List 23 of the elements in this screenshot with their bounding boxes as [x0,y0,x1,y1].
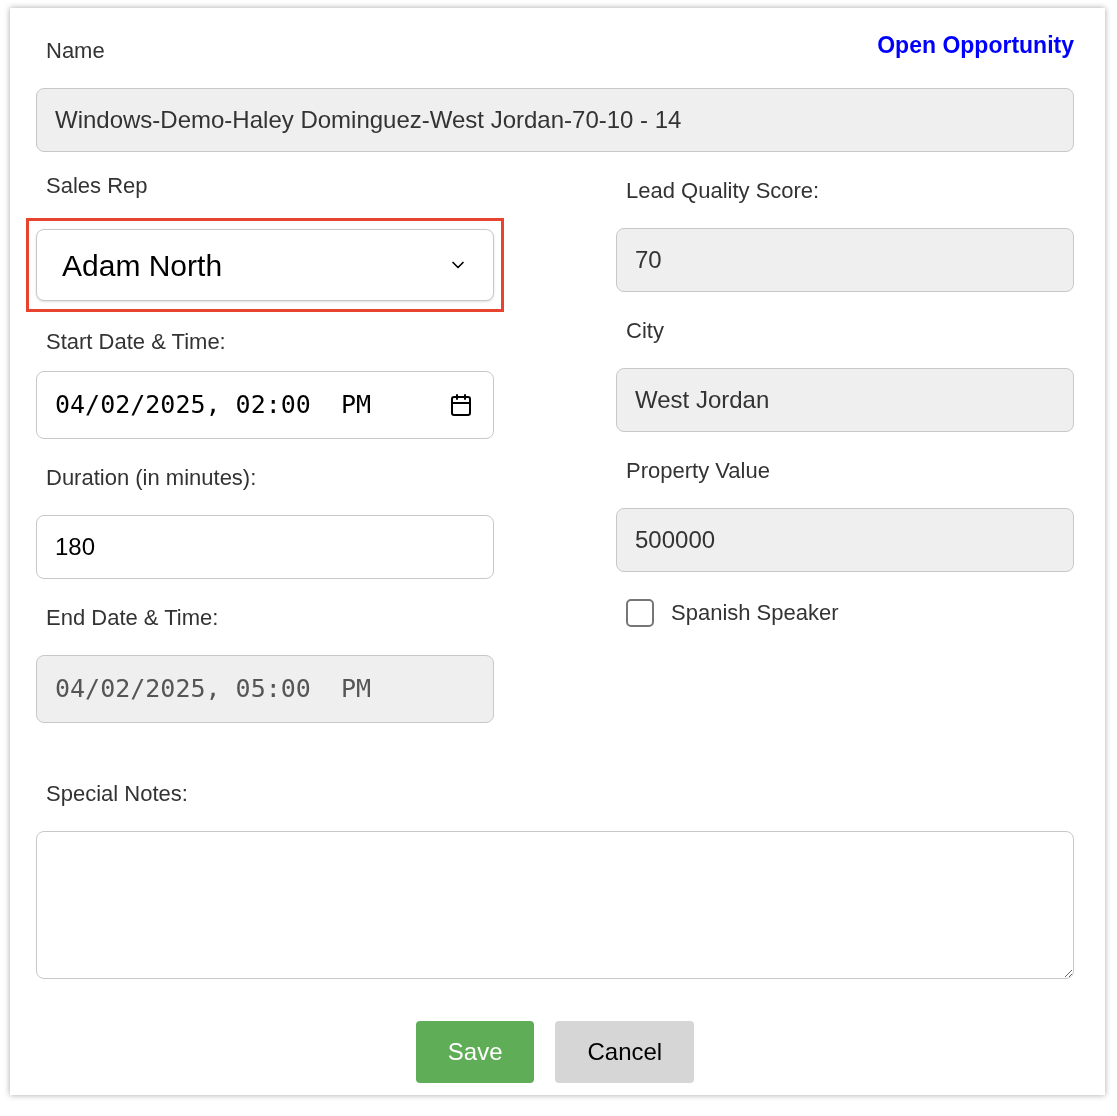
datetime-field[interactable]: 04/02/2025, 02:00 PM [36,371,494,439]
field-label: Start Date & Time: [46,328,226,356]
field-label: Special Notes: [46,780,188,808]
name-field[interactable]: Windows-Demo-Haley Dominguez-West Jordan-70-10 - 14 [36,88,1074,152]
sales-rep-select[interactable]: Adam North [36,229,494,301]
field-label: Sales Rep [46,171,148,200]
notes-field[interactable] [36,831,1074,979]
open-opportunity-link[interactable]: Open Opportunity [877,27,1074,63]
text-field[interactable]: 500000 [616,508,1074,572]
field-label: Lead Quality Score: [626,176,820,205]
field-label: City [626,316,664,345]
cancel-button[interactable]: Cancel [555,1021,695,1083]
checkbox[interactable] [626,598,654,627]
text-field[interactable]: 70 [616,228,1074,292]
duration-field[interactable]: 180 [36,515,494,579]
field-label: Property Value [626,456,770,485]
checkbox-label: Spanish Speaker [671,599,839,627]
field-label: Name [45,36,106,65]
calendar-icon[interactable] [449,393,473,417]
datetime-field[interactable]: 04/02/2025, 05:00 PM [36,655,494,723]
field-label: End Date & Time: [46,603,219,632]
field-label: Duration (in minutes): [46,463,257,492]
text-field[interactable]: West Jordan [616,368,1074,432]
